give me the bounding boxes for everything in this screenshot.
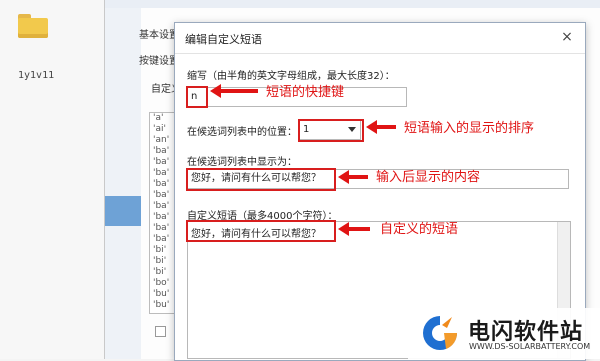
site-watermark: 电闪软件站 WWW.DS-SOLARBATTERY.COM <box>408 308 600 359</box>
annotation-order: 短语输入的显示的排序 <box>404 121 535 136</box>
menu-basic-settings[interactable]: 基本设置 <box>139 26 179 41</box>
position-value: 1 <box>303 124 310 135</box>
close-icon[interactable]: × <box>559 29 575 45</box>
chevron-down-icon <box>348 127 356 132</box>
arrow-left-icon <box>338 222 370 236</box>
phrase-label: 自定义短语（最多4000个字符）： <box>187 211 338 222</box>
site-logo-icon <box>423 316 458 350</box>
annotation-shortcut: 短语的快捷键 <box>266 85 345 100</box>
menu-key-settings[interactable]: 按键设置 <box>139 52 179 67</box>
display-label: 在候选词列表中显示为： <box>187 157 297 168</box>
position-select[interactable]: 1 <box>299 120 361 140</box>
dialog-title: 编辑自定义短语 <box>185 33 262 46</box>
dialog-titlebar: 编辑自定义短语 × <box>175 23 585 54</box>
arrow-left-icon <box>366 120 396 134</box>
option-checkbox[interactable] <box>155 326 166 337</box>
desktop-icon-label: 1y1v11 <box>18 70 55 81</box>
arrow-left-icon <box>210 84 258 98</box>
annotation-display: 输入后显示的内容 <box>376 170 481 185</box>
arrow-left-icon <box>338 170 368 184</box>
desktop-area: 1y1v11 <box>0 0 112 359</box>
settings-titlebar <box>105 0 600 8</box>
folder-icon[interactable] <box>18 14 48 38</box>
position-label: 在候选词列表中的位置： <box>187 127 297 138</box>
abbr-label: 缩写（由半角的英文字母组成，最大长度32）： <box>187 71 395 82</box>
sidebar-selected-item[interactable] <box>105 196 141 226</box>
annotation-phrase: 自定义的短语 <box>380 222 459 237</box>
watermark-url: WWW.DS-SOLARBATTERY.COM <box>469 342 591 351</box>
settings-sidebar <box>105 8 141 359</box>
phrase-text: 您好，请问有什么可以帮您？ <box>191 229 321 240</box>
